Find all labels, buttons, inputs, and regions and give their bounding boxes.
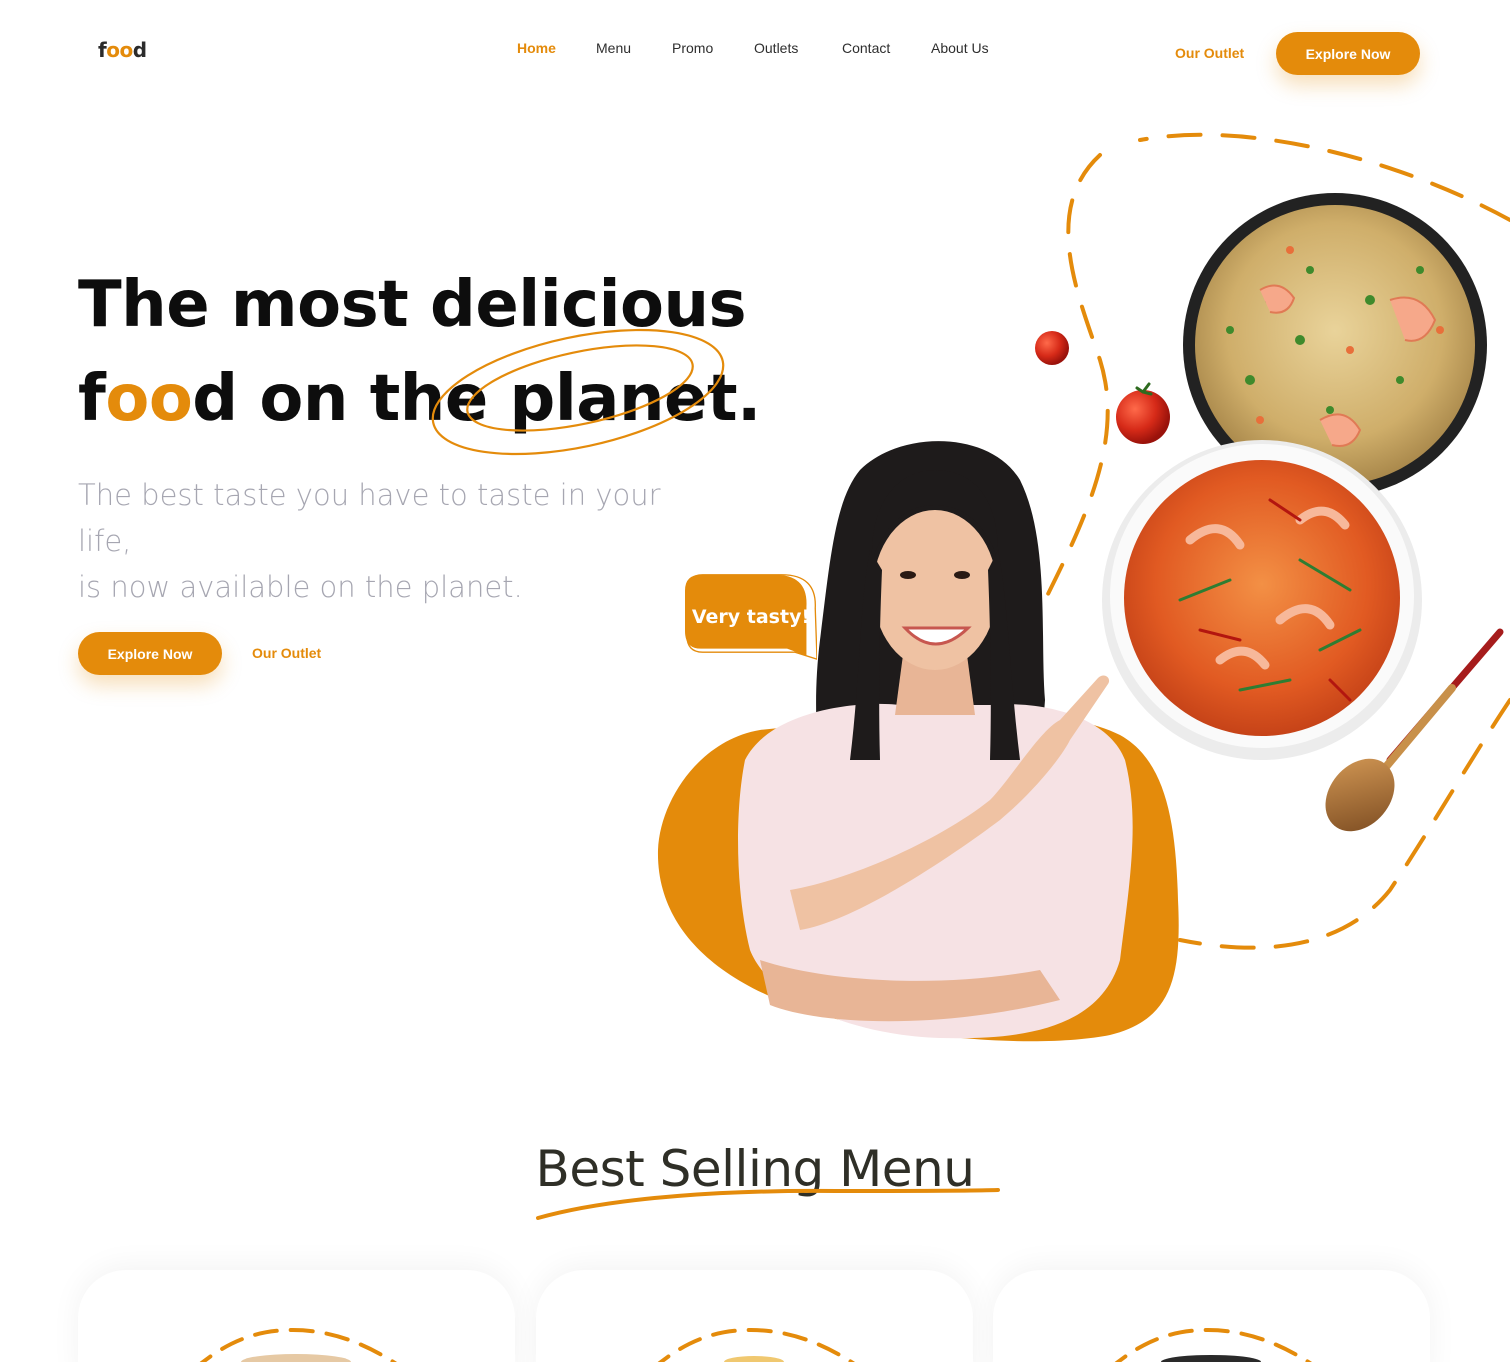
nav-item-menu[interactable]: Menu	[596, 40, 631, 56]
headline-f: f	[78, 362, 106, 436]
hero-subtitle: The best taste you have to taste in your…	[78, 472, 718, 610]
menu-card[interactable]	[993, 1270, 1430, 1362]
menu-card-dish-icon	[657, 1327, 856, 1362]
planet-ring-decoration	[431, 328, 725, 456]
header-explore-now-button[interactable]: Explore Now	[1276, 32, 1420, 75]
hero-our-outlet-link[interactable]: Our Outlet	[252, 645, 321, 661]
hero-explore-now-button[interactable]: Explore Now	[78, 632, 222, 675]
nav-item-contact[interactable]: Contact	[842, 40, 890, 56]
nav-item-promo[interactable]: Promo	[672, 40, 713, 56]
smiling-woman-figure	[738, 441, 1133, 1039]
menu-card[interactable]	[536, 1270, 973, 1362]
fried-rice-bowl	[1183, 193, 1487, 497]
wooden-spoon-icon	[1325, 628, 1504, 832]
nav-item-about-us[interactable]: About Us	[931, 40, 989, 56]
headline-oo: oo	[105, 362, 193, 436]
tomato-small-icon	[1035, 331, 1069, 365]
subtitle-line-1: The best taste you have to taste in your…	[78, 478, 661, 558]
subtitle-line-2: is now available on the planet.	[78, 570, 523, 604]
nav-item-outlets[interactable]: Outlets	[754, 40, 798, 56]
orange-blob-shape	[657, 713, 1179, 1042]
menu-card-dish-icon	[199, 1327, 398, 1362]
menu-card[interactable]	[78, 1270, 515, 1362]
tomato-large-icon	[1116, 390, 1170, 444]
dashed-route-path	[1038, 132, 1510, 950]
menu-card-dish-icon	[1114, 1327, 1313, 1362]
seafood-curry-bowl	[1102, 440, 1422, 760]
header-our-outlet-link[interactable]: Our Outlet	[1175, 45, 1244, 61]
title-underline-swoosh	[536, 1188, 1000, 1220]
nav-item-home[interactable]: Home	[517, 40, 556, 56]
